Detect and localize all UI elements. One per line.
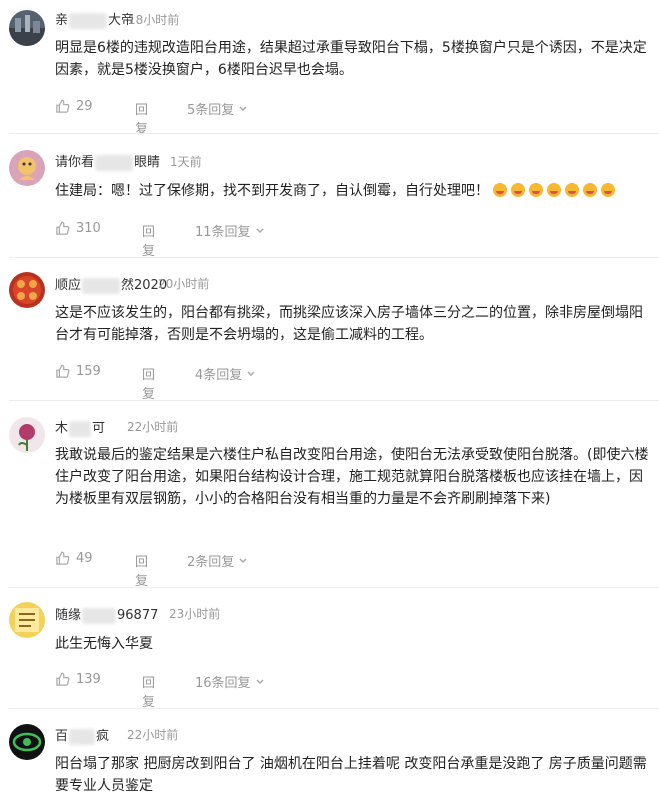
redacted-name-blur <box>95 154 134 171</box>
avatar[interactable] <box>9 10 45 46</box>
divider <box>9 257 659 258</box>
grinning-face-icon <box>547 183 561 197</box>
thumbs-up-icon <box>56 551 70 565</box>
redacted-name-blur <box>69 420 92 437</box>
chevron-down-icon <box>256 227 264 233</box>
like-button[interactable]: 139 <box>55 672 101 687</box>
timestamp: 1天前 <box>170 155 202 169</box>
reply-button[interactable]: 回复 <box>135 551 148 589</box>
view-replies-button[interactable]: 2条回复 <box>187 551 248 570</box>
avatar[interactable] <box>9 150 45 186</box>
grinning-face-icon <box>493 183 507 197</box>
timestamp: 22小时前 <box>127 728 179 742</box>
view-replies-button[interactable]: 5条回复 <box>187 99 248 118</box>
timestamp: 23小时前 <box>169 607 221 621</box>
chevron-down-icon <box>247 370 255 376</box>
reply-button[interactable]: 回复 <box>142 364 155 402</box>
grinning-face-icon <box>529 183 543 197</box>
comment-text: 阳台塌了那家 把厨房改到阳台了 油烟机在阳台上挂着呢 改变阳台承重是没跑了 房子… <box>55 756 647 794</box>
thumbs-up-icon <box>56 99 70 113</box>
username[interactable]: 木可 <box>55 417 105 437</box>
comment-text: 住建局：嗯！过了保修期，找不到开发商了，自认倒霉，自行处理吧！ <box>55 180 653 202</box>
comment-text: 此生无悔入华夏 <box>55 636 153 652</box>
like-count: 159 <box>76 364 101 379</box>
emoji-group <box>489 180 615 202</box>
comment-text: 明显是6楼的违规改造阳台用途，结果超过承重导致阳台下榻，5楼换窗户只是个诱因，不… <box>55 40 647 78</box>
thumbs-up-icon <box>56 221 70 235</box>
like-count: 49 <box>76 551 93 566</box>
like-button[interactable]: 310 <box>55 221 101 236</box>
reply-button[interactable]: 回复 <box>142 672 155 710</box>
grinning-face-icon <box>565 183 579 197</box>
like-count: 310 <box>76 221 101 236</box>
view-replies-button[interactable]: 16条回复 <box>195 672 265 691</box>
comment-text: 这是不应该发生的，阳台都有挑梁，而挑梁应该深入房子墙体三分之二的位置，除非房屋倒… <box>55 305 643 343</box>
redacted-name-blur <box>82 277 121 294</box>
like-count: 139 <box>76 672 101 687</box>
chevron-down-icon <box>239 105 247 111</box>
divider <box>9 708 659 709</box>
timestamp: 20小时前 <box>158 277 210 291</box>
comment-text: 我敢说最后的鉴定结果是六楼住户私自改变阳台用途，使阳台无法承受致使阳台脱落。(即… <box>55 447 649 507</box>
grinning-face-icon <box>511 183 525 197</box>
chevron-down-icon <box>256 678 264 684</box>
view-replies-button[interactable]: 11条回复 <box>195 221 265 240</box>
thumbs-up-icon <box>56 364 70 378</box>
grinning-face-icon <box>601 183 615 197</box>
avatar[interactable] <box>9 602 45 638</box>
like-button[interactable]: 29 <box>55 99 93 114</box>
timestamp: 18小时前 <box>128 13 180 27</box>
like-count: 29 <box>76 99 93 114</box>
avatar[interactable] <box>9 417 45 453</box>
like-button[interactable]: 159 <box>55 364 101 379</box>
divider <box>9 587 659 588</box>
thumbs-up-icon <box>56 672 70 686</box>
username[interactable]: 顺应 然2020 <box>55 274 167 294</box>
chevron-down-icon <box>239 557 247 563</box>
like-button[interactable]: 49 <box>55 551 93 566</box>
redacted-name-blur <box>69 728 96 745</box>
reply-button[interactable]: 回复 <box>142 221 155 259</box>
grinning-face-icon <box>583 183 597 197</box>
timestamp: 22小时前 <box>127 420 179 434</box>
reply-button[interactable]: 回复 <box>135 99 148 137</box>
view-replies-button[interactable]: 4条回复 <box>195 364 256 383</box>
avatar[interactable] <box>9 272 45 308</box>
avatar[interactable] <box>9 724 45 760</box>
redacted-name-blur <box>82 607 117 624</box>
username[interactable]: 亲大帝 <box>55 9 134 29</box>
username[interactable]: 请你看 眼睛 <box>55 151 160 171</box>
username[interactable]: 随缘 96877 <box>55 604 158 624</box>
username[interactable]: 百疯 <box>55 725 109 745</box>
divider <box>9 400 659 401</box>
redacted-name-blur <box>69 12 108 29</box>
divider <box>9 133 659 134</box>
